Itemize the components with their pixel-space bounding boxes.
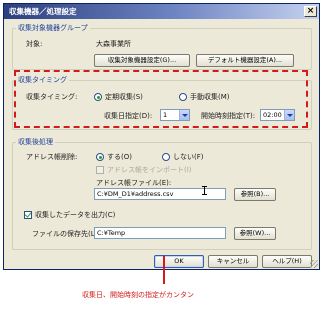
browse-address-file-button[interactable]: 参照(B)...: [234, 188, 276, 201]
resize-grip-icon[interactable]: [310, 260, 318, 268]
settings-dialog: 収集機器／処理設定 × 収集対象機器グループ 対象: 大森事業所 収集対象機器設…: [3, 3, 320, 270]
close-icon[interactable]: ×: [304, 6, 317, 17]
target-group-legend: 収集対象機器グループ: [16, 23, 90, 33]
address-file-label: アドレス帳ファイル(E):: [96, 179, 172, 187]
import-label: アドレス帳をインポート(I): [107, 166, 192, 174]
callout-line: [163, 256, 165, 284]
output-data-label: 収集したデータを出力(C): [35, 211, 116, 219]
delete-no-label: しない(F): [173, 153, 204, 161]
browse-save-dir-button[interactable]: 参照(W)...: [234, 227, 276, 240]
target-value: 大森事業所: [96, 40, 131, 48]
save-dir-label: ファイルの保存先(L):: [32, 230, 100, 238]
default-device-settings-button[interactable]: デフォルト機器設定(A)...: [196, 54, 294, 67]
save-dir-input[interactable]: C:¥Temp: [94, 227, 226, 239]
delete-no-radio[interactable]: [162, 153, 170, 161]
post-process-legend: 収集後処理: [16, 137, 55, 147]
target-label: 対象:: [26, 40, 43, 48]
highlight-box: [14, 70, 308, 128]
delete-yes-radio[interactable]: [96, 153, 104, 161]
callout-caption: 収集日、開始時刻の指定がカンタン: [82, 291, 194, 299]
text-cursor-icon: [202, 186, 207, 195]
cancel-button[interactable]: キャンセル: [208, 255, 258, 268]
address-delete-label: アドレス帳削除:: [26, 153, 78, 161]
import-checkbox[interactable]: [96, 166, 104, 174]
delete-yes-label: する(O): [107, 153, 132, 161]
window-title: 収集機器／処理設定: [9, 7, 77, 16]
ok-button[interactable]: OK: [154, 255, 204, 268]
output-data-checkbox[interactable]: [24, 211, 32, 219]
title-bar: 収集機器／処理設定 ×: [4, 4, 319, 19]
help-button[interactable]: ヘルプ(H): [262, 255, 312, 268]
target-device-settings-button[interactable]: 収集対象機器設定(G)...: [94, 54, 190, 67]
